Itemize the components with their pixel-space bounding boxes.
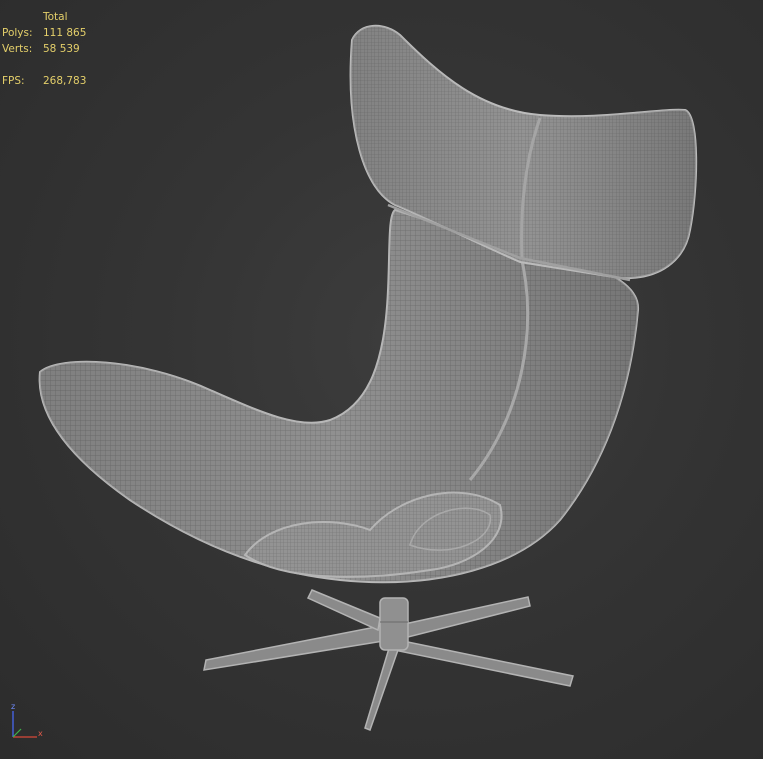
chair-base: [203, 589, 574, 731]
stats-verts-row: Verts: 58 539: [2, 41, 86, 57]
stats-total-header: Total: [43, 11, 68, 23]
stats-fps-row: FPS: 268,783: [2, 73, 86, 89]
y-axis-line: [12, 728, 22, 738]
3d-viewport[interactable]: Total Polys: 111 865 Verts: 58 539 FPS: …: [0, 0, 763, 759]
polys-value: 111 865: [43, 27, 87, 39]
x-axis-label: x: [38, 729, 43, 738]
z-axis-label: z: [11, 703, 15, 711]
stats-header-row: Total: [2, 9, 86, 25]
fps-value: 268,783: [43, 75, 87, 87]
verts-label: Verts:: [2, 43, 33, 55]
polys-label: Polys:: [2, 27, 33, 39]
stats-polys-row: Polys: 111 865: [2, 25, 86, 41]
fps-label: FPS:: [2, 75, 25, 87]
axis-gizmo-icon: z x: [11, 703, 43, 738]
verts-value: 58 539: [43, 43, 80, 55]
viewport-statistics: Total Polys: 111 865 Verts: 58 539 FPS: …: [2, 9, 86, 89]
wireframe-chair-model[interactable]: [0, 0, 763, 759]
